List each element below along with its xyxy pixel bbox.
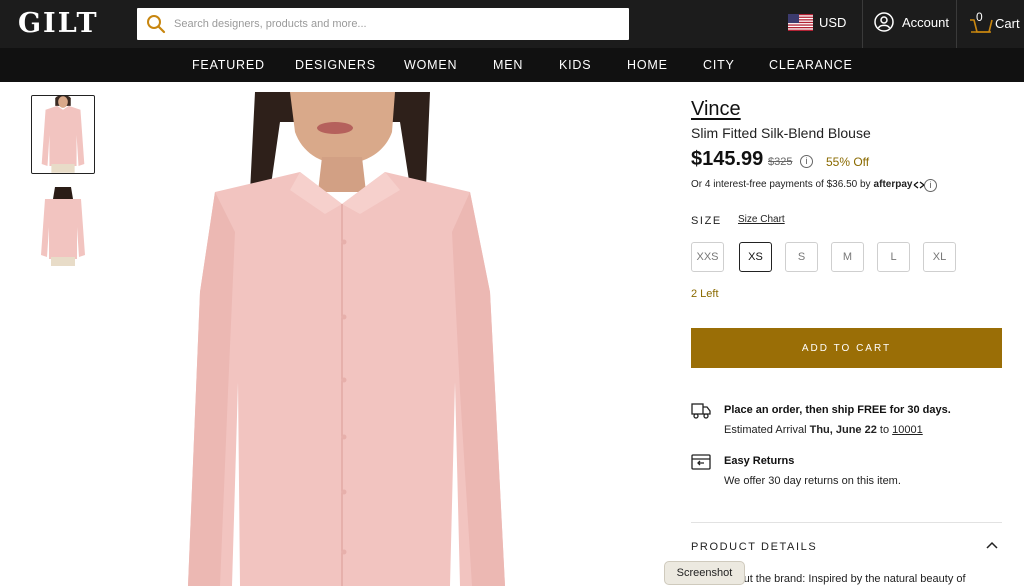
thumbnail-front[interactable] xyxy=(31,95,95,174)
size-heading: SIZE xyxy=(691,215,722,227)
arrival-prefix: Estimated Arrival xyxy=(724,424,807,436)
currency-selector[interactable]: USD xyxy=(788,14,846,31)
stock-remaining: 2 Left xyxy=(691,288,719,300)
product-thumbnail-image xyxy=(32,96,94,173)
cart-count: 0 xyxy=(976,10,983,24)
arrival-date: Thu, June 22 xyxy=(809,424,877,436)
size-option-l[interactable]: L xyxy=(877,242,910,272)
main-product-image[interactable] xyxy=(110,92,660,586)
header-divider xyxy=(862,0,863,48)
product-details-text: About the brand: Inspired by the natural… xyxy=(724,573,966,585)
estimated-arrival: Estimated Arrival Thu, June 22 to 10001 xyxy=(724,424,923,436)
nav-men[interactable]: MEN xyxy=(493,58,523,72)
delivery-truck-icon xyxy=(691,403,711,419)
product-thumbnail-image xyxy=(31,187,95,266)
account-label: Account xyxy=(902,14,949,30)
header-divider xyxy=(956,0,957,48)
search-icon[interactable] xyxy=(146,14,166,34)
sale-price: $145.99 xyxy=(691,148,764,170)
currency-label: USD xyxy=(819,15,847,30)
account-link[interactable]: Account xyxy=(874,12,949,32)
thumbnail-back[interactable] xyxy=(31,187,95,266)
size-option-m[interactable]: M xyxy=(831,242,864,272)
price-info-icon[interactable]: i xyxy=(800,155,813,168)
site-logo[interactable]: GILT xyxy=(18,8,99,39)
nav-designers[interactable]: DESIGNERS xyxy=(295,58,376,72)
returns-description: We offer 30 day returns on this item. xyxy=(724,475,901,487)
product-name: Slim Fitted Silk-Blend Blouse xyxy=(691,125,871,141)
size-option-xxs[interactable]: XXS xyxy=(691,242,724,272)
product-details-heading[interactable]: PRODUCT DETAILS xyxy=(691,541,817,553)
user-icon xyxy=(874,12,894,32)
add-to-cart-button[interactable]: ADD TO CART xyxy=(691,328,1002,368)
section-divider xyxy=(691,522,1002,523)
size-option-s[interactable]: S xyxy=(785,242,818,272)
afterpay-info-icon[interactable]: i xyxy=(924,179,937,192)
afterpay-logo: afterpay xyxy=(873,179,913,190)
main-nav: FEATURED DESIGNERS WOMEN MEN KIDS HOME C… xyxy=(0,48,1024,82)
product-brand-link[interactable]: Vince xyxy=(691,98,741,121)
nav-women[interactable]: WOMEN xyxy=(404,58,457,72)
us-flag-icon xyxy=(788,14,813,31)
afterpay-text: Or 4 interest-free payments of $36.50 by xyxy=(691,179,871,190)
blouse-photo xyxy=(110,92,660,586)
returns-headline: Easy Returns xyxy=(724,455,795,467)
cart-link[interactable]: 0 Cart xyxy=(969,10,1020,34)
arrival-to: to xyxy=(879,424,890,436)
size-chart-link[interactable]: Size Chart xyxy=(738,214,785,225)
size-option-xs[interactable]: XS xyxy=(739,242,772,272)
shipping-headline: Place an order, then ship FREE for 30 da… xyxy=(724,404,951,416)
cart-label: Cart xyxy=(995,15,1020,31)
original-price: $325 xyxy=(768,156,793,168)
discount-label: 55% Off xyxy=(826,155,870,169)
nav-featured[interactable]: FEATURED xyxy=(192,58,265,72)
search-bar[interactable] xyxy=(137,8,629,40)
size-option-xl[interactable]: XL xyxy=(923,242,956,272)
nav-kids[interactable]: KIDS xyxy=(559,58,591,72)
nav-clearance[interactable]: CLEARANCE xyxy=(769,58,853,72)
returns-box-icon xyxy=(691,454,711,470)
screenshot-tooltip: Screenshot xyxy=(664,561,745,585)
zip-code-link[interactable]: 10001 xyxy=(892,424,923,436)
nav-city[interactable]: CITY xyxy=(703,58,735,72)
nav-home[interactable]: HOME xyxy=(627,58,668,72)
search-input[interactable] xyxy=(174,9,614,39)
top-header: GILT USD Account xyxy=(0,0,1024,48)
afterpay-message: Or 4 interest-free payments of $36.50 by… xyxy=(691,179,925,190)
chevron-up-icon[interactable] xyxy=(985,540,999,550)
